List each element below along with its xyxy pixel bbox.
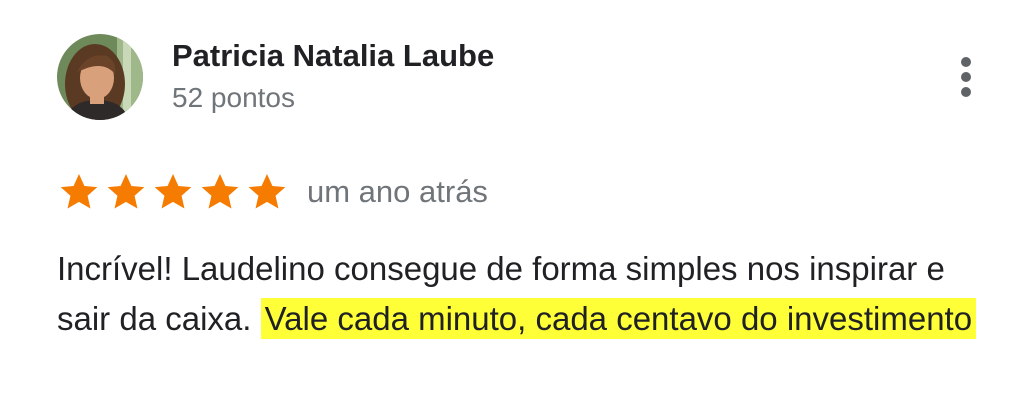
author-points: 52 pontos [172, 82, 295, 113]
more-vert-icon-dot-2 [961, 72, 971, 82]
avatar-photo [57, 34, 143, 120]
rating-row: um ano atrás [57, 170, 488, 214]
avatar[interactable] [57, 34, 143, 120]
star-icon [57, 170, 101, 214]
author-name[interactable]: Patricia Natalia Laube [172, 38, 494, 74]
star-icon [245, 170, 289, 214]
more-vert-icon-dot-3 [961, 87, 971, 97]
review-time: um ano atrás [307, 174, 488, 209]
star-rating [57, 170, 289, 214]
star-icon [198, 170, 242, 214]
star-icon [104, 170, 148, 214]
review-card: Patricia Natalia Laube 52 pontos um ano … [0, 0, 1024, 412]
star-icon [151, 170, 195, 214]
more-vert-icon [961, 57, 971, 67]
more-options-button[interactable] [946, 52, 986, 102]
review-text-highlight: Vale cada minuto, cada centavo do invest… [260, 298, 977, 339]
review-text: Incrível! Laudelino consegue de forma si… [57, 244, 987, 344]
